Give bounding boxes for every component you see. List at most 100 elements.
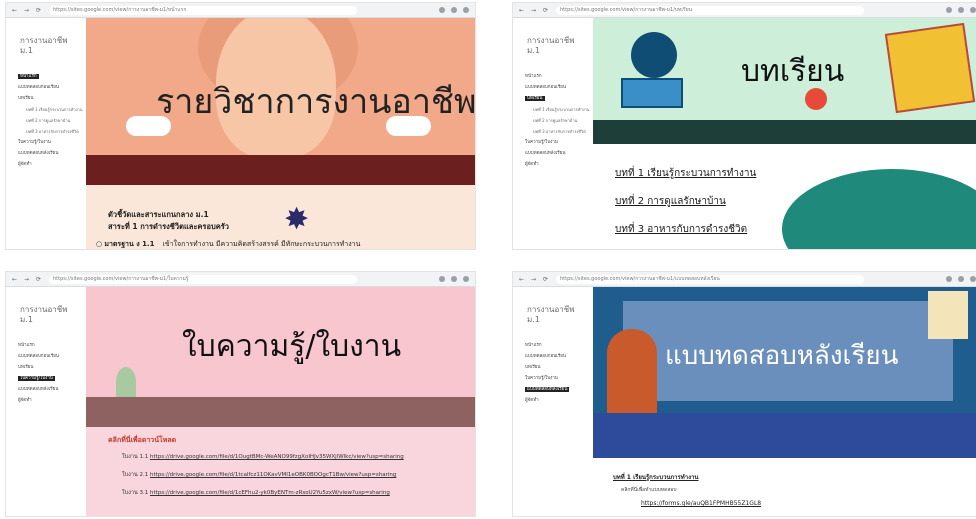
reload-icon[interactable]: ⟳	[35, 276, 42, 283]
sidebar-item[interactable]: บทที่ 3 อาหารกับการดำรงชีวิต	[18, 129, 84, 135]
page-content: บทเรียน บทที่ 1 เรียนรู้กระบวนการทำงาน บ…	[593, 18, 976, 249]
site-title[interactable]: การงานอาชีพ ม.1	[527, 305, 587, 325]
sidebar-item[interactable]: แบบทดสอบก่อนเรียน	[18, 85, 84, 91]
sidebar-item[interactable]: หน้าแรก	[18, 74, 84, 80]
sidebar-item[interactable]: แบบทดสอบก่อนเรียน	[525, 85, 591, 91]
back-icon[interactable]: ←	[11, 276, 18, 283]
extension-icon[interactable]	[946, 276, 952, 282]
hero-title: ใบความรู้/ใบงาน	[182, 329, 402, 364]
lessons-section: บทที่ 1 เรียนรู้กระบวนการทำงาน บทที่ 2 ก…	[593, 144, 976, 249]
profile-icon[interactable]	[463, 7, 469, 13]
sidebar-item-label: แบบทดสอบก่อนเรียน	[18, 85, 59, 90]
sidebar-item[interactable]: บทเรียน	[18, 365, 84, 371]
sidebar-item[interactable]: หน้าแรก	[18, 343, 84, 349]
sidebar-item[interactable]: แบบทดสอบก่อนเรียน	[525, 354, 591, 360]
sidebar-item[interactable]: แบบทดสอบหลังเรียน	[18, 387, 84, 393]
worksheet-link-row: ใบงาน 3.1 https://drive.google.com/file/…	[122, 489, 390, 497]
reload-icon[interactable]: ⟳	[542, 276, 549, 283]
worksheet-link[interactable]: https://drive.google.com/file/d/1cEFhu2-…	[150, 490, 390, 496]
sidebar-item[interactable]: ผู้จัดทำ	[525, 162, 591, 168]
site-title[interactable]: การงานอาชีพ ม.1	[20, 36, 80, 56]
forward-icon[interactable]: →	[23, 276, 30, 283]
back-icon[interactable]: ←	[518, 276, 525, 283]
sidebar-nav: หน้าแรกแบบทดสอบก่อนเรียนบทเรียนบทที่ 1 เ…	[525, 74, 591, 173]
content-section: ✸ ตัวชี้วัดและสาระแกนกลาง ม.1 สาระที่ 1 …	[86, 185, 475, 249]
extension-icon[interactable]	[958, 7, 964, 13]
screenshot-home: ← → ⟳ https://sites.google.com/view/การงาน…	[5, 2, 476, 250]
sidebar-item-label: แบบทดสอบก่อนเรียน	[525, 85, 566, 90]
lesson-link-3[interactable]: บทที่ 3 อาหารกับการดำรงชีวิต	[615, 222, 747, 237]
address-bar[interactable]: https://sites.google.com/view/การงานอาชี…	[556, 274, 864, 284]
sidebar-item[interactable]: ใบความรู้/ใบงาน	[18, 376, 84, 382]
extension-icon[interactable]	[439, 7, 445, 13]
sidebar-item[interactable]: ใบความรู้/ใบงาน	[525, 376, 591, 382]
forward-icon[interactable]: →	[23, 7, 30, 14]
lesson-link-2[interactable]: บทที่ 2 การดูแลรักษาบ้าน	[615, 194, 726, 209]
sidebar-item-label: ผู้จัดทำ	[18, 162, 32, 167]
forward-icon[interactable]: →	[530, 7, 537, 14]
worksheet-link[interactable]: https://drive.google.com/file/d/1OugtBMc…	[150, 454, 404, 460]
sidebar-item[interactable]: บทที่ 2 การดูแลรักษาบ้าน	[525, 118, 591, 124]
grade-sign-icon	[928, 291, 968, 339]
sidebar-item-label: ผู้จัดทำ	[18, 398, 32, 403]
sidebar-item[interactable]: แบบทดสอบหลังเรียน	[18, 151, 84, 157]
worksheet-link[interactable]: https://drive.google.com/file/d/1tcalfcz…	[150, 472, 396, 478]
address-bar[interactable]: https://sites.google.com/view/การงานอาชี…	[49, 274, 357, 284]
sidebar-item[interactable]: บทที่ 1 เรียนรู้กระบวนการทำงาน	[18, 107, 84, 113]
sidebar-item[interactable]: ผู้จัดทำ	[18, 398, 84, 404]
site-title[interactable]: การงานอาชีพ ม.1	[20, 305, 80, 325]
sidebar-item-label: บทที่ 2 การดูแลรักษาบ้าน	[26, 118, 71, 123]
forward-icon[interactable]: →	[530, 276, 537, 283]
sidebar-item[interactable]: หน้าแรก	[525, 74, 591, 80]
profile-icon[interactable]	[463, 276, 469, 282]
profile-icon[interactable]	[970, 276, 976, 282]
hero-banner: รายวิชาการงานอาชีพ	[86, 18, 475, 155]
sidebar-item[interactable]: บทเรียน	[18, 96, 84, 102]
hero-title: รายวิชาการงานอาชีพ	[156, 82, 475, 122]
extension-icon[interactable]	[451, 7, 457, 13]
sidebar-item-label: แบบทดสอบหลังเรียน	[18, 151, 59, 156]
sidebar-item[interactable]: ใบความรู้/ใบงาน	[18, 140, 84, 146]
sidebar-item[interactable]: แบบทดสอบหลังเรียน	[525, 387, 591, 393]
sidebar-item[interactable]: แบบทดสอบก่อนเรียน	[18, 354, 84, 360]
worksheet-label: ใบงาน 1.1	[122, 454, 149, 460]
back-icon[interactable]: ←	[518, 7, 525, 14]
download-section: คลิกที่นี่เพื่อดาวน์โหลด ใบงาน 1.1 https…	[86, 427, 475, 516]
sidebar-item[interactable]: บทที่ 2 การดูแลรักษาบ้าน	[18, 118, 84, 124]
hero-banner: ใบความรู้/ใบงาน	[86, 287, 475, 397]
banner-strip	[86, 155, 475, 185]
exam-link[interactable]: https://forms.gle/auQB1FPMHB55Z1GL8	[641, 500, 761, 507]
address-bar[interactable]: https://sites.google.com/view/การงานอาชี…	[49, 5, 357, 15]
sidebar-item[interactable]: บทเรียน	[525, 365, 591, 371]
sidebar-item[interactable]: บทที่ 3 อาหารกับการดำรงชีวิต	[525, 129, 591, 135]
hero-title: แบบทดสอบหลังเรียน	[665, 341, 899, 371]
lesson-link-1[interactable]: บทที่ 1 เรียนรู้กระบวนการทำงาน	[615, 166, 756, 181]
sidebar-item[interactable]: หน้าแรก	[525, 343, 591, 349]
extension-icon[interactable]	[946, 7, 952, 13]
address-bar[interactable]: https://sites.google.com/view/การงานอาชี…	[556, 5, 864, 15]
banner-strip	[593, 120, 976, 144]
sidebar-item[interactable]: แบบทดสอบหลังเรียน	[525, 151, 591, 157]
extension-icon[interactable]	[439, 276, 445, 282]
sidebar: การงานอาชีพ ม.1 หน้าแรกแบบทดสอบก่อนเรียน…	[6, 287, 86, 516]
sidebar-nav: หน้าแรกแบบทดสอบก่อนเรียนบทเรียนบทที่ 1 เ…	[18, 74, 84, 173]
profile-icon[interactable]	[970, 7, 976, 13]
exam-heading[interactable]: บทที่ 1 เรียนรู้กระบวนการทำงาน	[613, 472, 699, 482]
sidebar-item-label: บทเรียน	[525, 96, 545, 101]
reload-icon[interactable]: ⟳	[542, 7, 549, 14]
site-title[interactable]: การงานอาชีพ ม.1	[527, 36, 587, 56]
extension-icon[interactable]	[958, 276, 964, 282]
sidebar-item[interactable]: ใบความรู้/ใบงาน	[525, 140, 591, 146]
extension-icon[interactable]	[451, 276, 457, 282]
worksheet-label: ใบงาน 3.1	[122, 490, 149, 496]
sidebar-item[interactable]: ผู้จัดทำ	[525, 398, 591, 404]
sidebar-item[interactable]: ผู้จัดทำ	[18, 162, 84, 168]
sidebar-item-label: หน้าแรก	[525, 74, 542, 79]
reader-illustration	[631, 32, 677, 78]
reload-icon[interactable]: ⟳	[35, 7, 42, 14]
sidebar-item[interactable]: บทเรียน	[525, 96, 591, 102]
page-content: แบบทดสอบหลังเรียน บทที่ 1 เรียนรู้กระบวน…	[593, 287, 976, 516]
worksheet-link-row: ใบงาน 1.1 https://drive.google.com/file/…	[122, 453, 404, 461]
sidebar-item[interactable]: บทที่ 1 เรียนรู้กระบวนการทำงาน	[525, 107, 591, 113]
back-icon[interactable]: ←	[11, 7, 18, 14]
